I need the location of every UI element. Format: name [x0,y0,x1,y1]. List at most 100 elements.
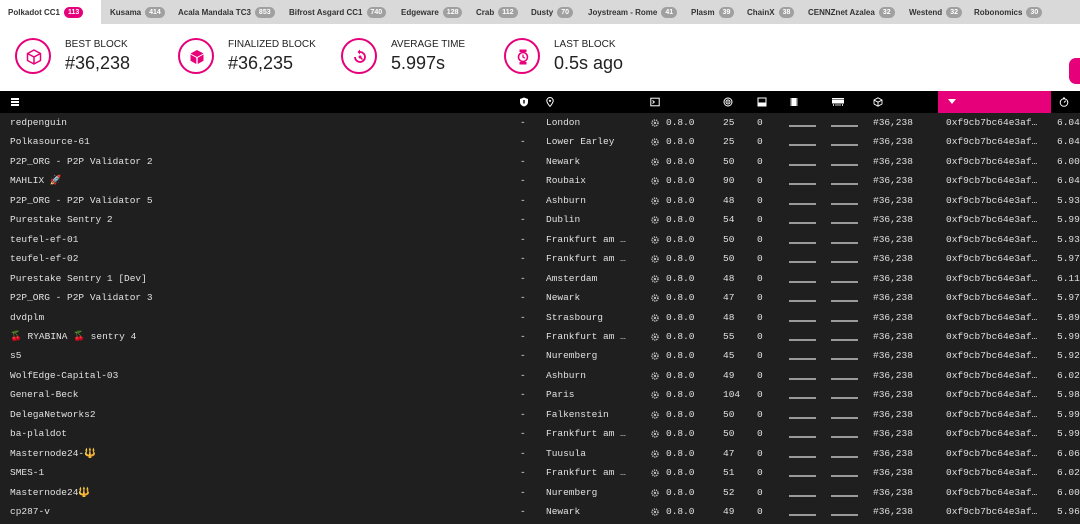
col-location[interactable] [545,91,555,113]
col-node[interactable] [10,91,20,113]
tab-acala-mandala-tc3[interactable]: Acala Mandala TC3 853 [172,0,282,24]
node-version: 0.8.0 [650,312,695,324]
version-text: 0.8.0 [666,330,695,342]
block-hash: 0xf9cb7bc64e3af… [946,330,1038,342]
memory-sparkline [831,125,858,127]
validator-value: - [520,136,526,148]
node-name: Polkasource-61 [10,136,90,148]
block-hash: 0xf9cb7bc64e3af… [946,428,1038,440]
peer-count: 50 [723,253,735,265]
tab-bifrost-asgard-cc1[interactable]: Bifrost Asgard CC1 740 [283,0,393,24]
col-implementation[interactable] [650,91,660,113]
block-number: #36,238 [873,233,913,245]
table-row[interactable]: Purestake Sentry 2 - Dublin 0.8.0 54 0 #36,238… [0,210,1080,229]
col-block-time[interactable] [1059,91,1069,113]
table-row[interactable]: cp287-v - Newark 0.8.0 49 0 #36,238 0xf9cb7bc64… [0,502,1080,521]
memory-sparkline [831,436,858,439]
table-row[interactable]: ba-plaldot - Frankfurt am … 0.8.0 50 0 #36,238… [0,424,1080,443]
table-row[interactable]: Masternode24-🔱 - Tuusula 0.8.0 47 0 #36,238 0xf… [0,444,1080,463]
tab-westend[interactable]: Westend 32 [900,0,964,24]
col-block[interactable] [873,91,883,113]
stat-finalized-block: FINALIZED BLOCK #36,235 [178,35,338,83]
memory-sparkline [831,494,858,497]
implementation-gear-icon [651,274,659,283]
table-row[interactable]: dvdplm - Strasbourg 0.8.0 48 0 #36,238 0xf9cb7b… [0,308,1080,327]
table-row[interactable]: General-Beck - Paris 0.8.0 104 0 #36,238 0xf9cb… [0,385,1080,404]
node-name: redpenguin [10,117,68,128]
cpu-sparkline [789,397,816,400]
cpu-sparkline [789,377,816,380]
memory-icon [832,98,844,106]
table-row[interactable]: s5 - Nuremberg 0.8.0 45 0 #36,238 0xf9cb7bc64e3… [0,346,1080,365]
block-time: 6.11 [1057,272,1080,284]
tab-plasm[interactable]: Plasm 39 [682,0,737,24]
version-text: 0.8.0 [666,136,695,148]
block-hash: 0xf9cb7bc64e3af… [946,311,1038,323]
node-location: London [546,117,581,128]
block-time: 5.99 [1057,214,1080,226]
block-number: #36,238 [873,214,913,226]
table-row[interactable]: teufel-ef-02 - Frankfurt am … 0.8.0 50 0 #36,2… [0,249,1080,268]
node-name: Purestake Sentry 2 [10,214,113,226]
peer-count: 47 [723,447,735,459]
table-row[interactable]: MAHLIX 🚀 - Roubaix 0.8.0 90 0 #36,238 0xf9cb7bc… [0,171,1080,190]
table-header [0,91,1080,113]
peer-count: 54 [723,214,735,226]
block-number: #36,238 [873,155,913,167]
block-hash: 0xf9cb7bc64e3af… [946,350,1038,362]
validator-value: - [520,175,526,187]
table-row[interactable]: WolfEdge-Capital-03 - Ashburn 0.8.0 49 0 #36,2… [0,366,1080,385]
col-validator[interactable] [519,91,529,113]
table-row[interactable]: Masternode24🔱 - Nuremberg 0.8.0 52 0 #36,238 0x… [0,483,1080,502]
tab-crab[interactable]: Crab 112 [467,0,523,24]
block-hash: 0xf9cb7bc64e3af… [946,486,1038,498]
stat-value: #36,238 [65,53,131,73]
node-name: DelegaNetworks2 [10,408,96,420]
col-transactions[interactable] [757,91,767,113]
node-location: Lower Earley [546,136,615,148]
tx-count: 0 [757,136,763,148]
table-row[interactable]: SMES-1 - Frankfurt am … 0.8.0 51 0 #36,238 0xf9… [0,463,1080,482]
implementation-gear-icon [651,469,659,477]
tx-count: 0 [757,369,763,381]
block-number: #36,238 [873,486,913,498]
block-time: 5.99 [1057,330,1080,342]
col-peers[interactable] [723,91,733,113]
table-row[interactable]: Purestake Sentry 1 [Dev] - Amsterdam 0.8.0 4… [0,269,1080,288]
tab-chainx[interactable]: ChainX 38 [738,0,800,24]
version-text: 0.8.0 [666,467,695,479]
block-time: 5.97 [1057,253,1080,265]
table-row[interactable]: 🍒 RYABINA 🍒 sentry 4 - Frankfurt am … 0.8.0… [0,327,1080,346]
validator-value: - [520,311,526,323]
tx-count: 0 [757,155,763,167]
table-row[interactable]: teufel-ef-01 - Frankfurt am … 0.8.0 50 0 #36,2… [0,230,1080,249]
table-row[interactable]: P2P_ORG - P2P Validator 2 - Newark 0.8.0 50 0… [0,152,1080,171]
timer-icon [1059,97,1069,107]
tab-joystream-rome[interactable]: Joystream - Rome 41 [581,0,681,24]
block-hash: 0xf9cb7bc64e3af… [946,253,1038,265]
table-row[interactable]: P2P_ORG - P2P Validator 5 - Ashburn 0.8.0 48… [0,191,1080,210]
block-time: 5.93 [1057,233,1080,245]
table-row[interactable]: redpenguin - London 0.8.0 25 0 #36,238 0xf9cb7b… [0,113,1080,132]
col-block-hash-sorted[interactable] [938,91,1051,113]
settings-toggle-button[interactable] [1069,58,1080,84]
block-hash: 0xf9cb7bc64e3af… [946,117,1038,128]
col-memory[interactable] [831,91,845,113]
node-version: 0.8.0 [650,292,695,304]
version-text: 0.8.0 [666,194,695,206]
tab-robonomics[interactable]: Robonomics 30 [965,0,1050,24]
cube-filled-icon [178,38,214,74]
node-version: 0.8.0 [650,506,695,518]
table-row[interactable]: Polkasource-61 - Lower Earley 0.8.0 25 0 #36,2… [0,132,1080,151]
table-row[interactable]: DelegaNetworks2 - Falkenstein 0.8.0 50 0 #36,2… [0,405,1080,424]
node-version: 0.8.0 [650,175,695,187]
tab-cennznet-azalea[interactable]: CENNZnet Azalea 32 [801,0,899,24]
implementation-gear-icon [651,177,659,186]
implementation-gear-icon [651,391,659,400]
tab-kusama[interactable]: Kusama 414 [103,0,171,24]
tab-dusty[interactable]: Dusty 70 [524,0,580,24]
tab-polkadot-cc1[interactable]: Polkadot CC1 113 [0,0,101,24]
tab-edgeware[interactable]: Edgeware 128 [394,0,466,24]
table-row[interactable]: P2P_ORG - P2P Validator 3 - Newark 0.8.0 47 0… [0,288,1080,307]
col-cpu[interactable] [789,91,799,113]
